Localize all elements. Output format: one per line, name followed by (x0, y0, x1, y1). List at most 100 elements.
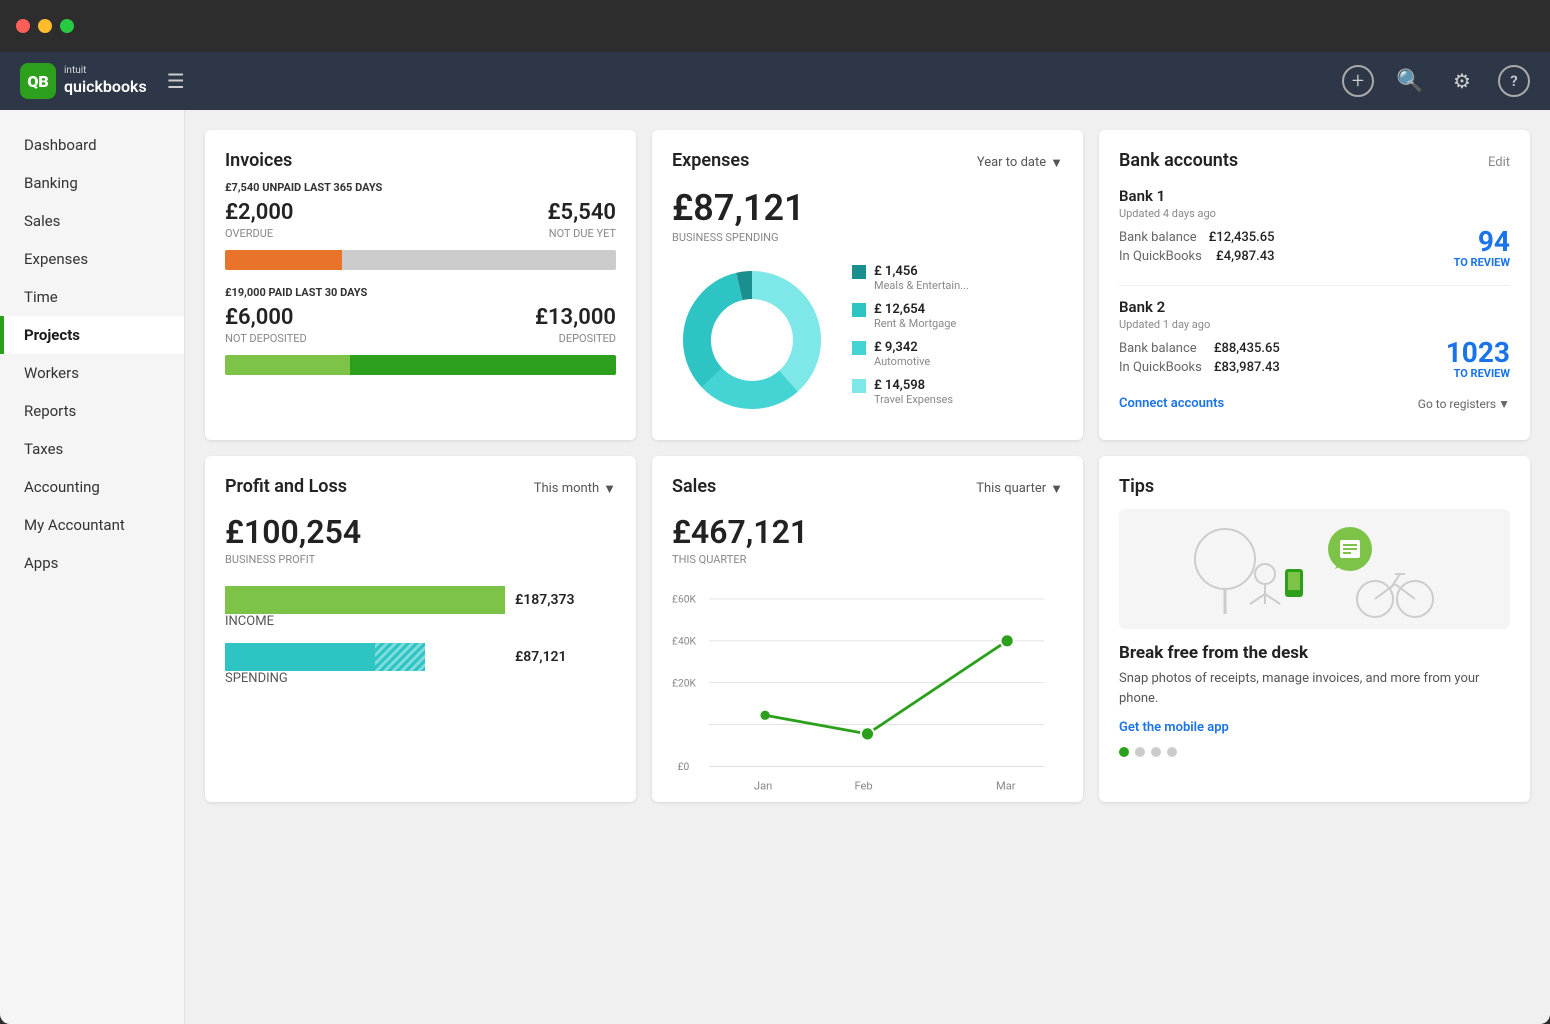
search-icon[interactable]: 🔍 (1394, 65, 1426, 97)
invoices-paid-subtitle: £19,000 PAID LAST 30 DAYS (225, 286, 616, 299)
invoices-unpaid-labels: OVERDUE NOT DUE YET (225, 227, 616, 248)
sidebar-item-dashboard[interactable]: Dashboard (0, 126, 184, 164)
profit-loss-period[interactable]: This month ▼ (534, 481, 616, 497)
add-icon[interactable]: + (1342, 65, 1374, 97)
sidebar-item-taxes[interactable]: Taxes (0, 430, 184, 468)
sales-header: Sales This quarter ▼ (672, 476, 1063, 501)
spending-amount: £87,121 (515, 649, 567, 665)
tips-dot-2[interactable] (1135, 747, 1145, 757)
topnav: QB intuit quickbooks ☰ + 🔍 ⚙ ? (0, 52, 1550, 110)
sidebar-item-reports[interactable]: Reports (0, 392, 184, 430)
sidebar-item-projects[interactable]: Projects (0, 316, 184, 354)
invoices-paid-row: £6,000 £13,000 (225, 305, 616, 330)
bank-1-details: Bank balance £12,435.65 In QuickBooks £4… (1119, 228, 1510, 269)
expenses-card: Expenses Year to date ▼ £87,121 BUSINESS… (652, 130, 1083, 440)
invoices-unpaid-subtitle: £7,540 UNPAID LAST 365 DAYS (225, 181, 616, 194)
hamburger-icon[interactable]: ☰ (167, 69, 185, 93)
sidebar-item-expenses[interactable]: Expenses (0, 240, 184, 278)
sidebar-item-my-accountant[interactable]: My Accountant (0, 506, 184, 544)
chart-point-feb (861, 727, 874, 740)
app-container: QB intuit quickbooks ☰ + 🔍 ⚙ ? Dashboard (0, 52, 1550, 1024)
legend-item-3: £ 9,342 Automotive (852, 340, 1063, 368)
profit-loss-title: Profit and Loss (225, 476, 347, 497)
bank-actions: Connect accounts Go to registers ▼ (1119, 396, 1510, 411)
go-to-registers-link[interactable]: Go to registers ▼ (1418, 397, 1510, 411)
expenses-title: Expenses (672, 150, 749, 171)
tips-dot-3[interactable] (1151, 747, 1161, 757)
sales-chart-svg: £60K £40K £20K £0 Jan Feb (672, 582, 1063, 802)
sidebar-item-accounting[interactable]: Accounting (0, 468, 184, 506)
tips-mobile-link[interactable]: Get the mobile app (1119, 720, 1510, 735)
bank-edit-button[interactable]: Edit (1488, 155, 1510, 170)
spending-bar-striped (375, 643, 425, 671)
minimize-button[interactable] (38, 19, 52, 33)
profit-loss-header: Profit and Loss This month ▼ (225, 476, 616, 501)
bank-accounts-card: Bank accounts Edit Bank 1 Updated 4 days… (1099, 130, 1530, 440)
deposited-bar (350, 355, 616, 375)
close-button[interactable] (16, 19, 30, 33)
bank-divider (1119, 285, 1510, 286)
svg-text:Feb: Feb (854, 780, 872, 793)
svg-text:Mar: Mar (996, 780, 1016, 793)
expenses-legend: £ 1,456 Meals & Entertain... £ 12,654 Re… (852, 264, 1063, 416)
invoices-paid-labels: NOT DEPOSITED DEPOSITED (225, 332, 616, 353)
titlebar (0, 0, 1550, 52)
bank-2-qb-row: In QuickBooks £83,987.43 (1119, 360, 1280, 375)
bank-1-section: Bank 1 Updated 4 days ago Bank balance £… (1119, 187, 1510, 269)
quickbooks-label: quickbooks (64, 77, 147, 96)
expenses-header: Expenses Year to date ▼ (672, 150, 1063, 175)
income-bar-row: £187,373 INCOME (225, 586, 616, 629)
svg-text:£20K: £20K (672, 676, 696, 689)
expenses-subtitle: BUSINESS SPENDING (672, 231, 1063, 244)
overdue-bar (225, 250, 342, 270)
spending-bar-solid (225, 643, 375, 671)
spending-bar-row: £87,121 SPENDING (225, 643, 616, 686)
settings-icon[interactable]: ⚙ (1446, 65, 1478, 97)
tips-illustration-svg (1175, 514, 1455, 624)
bank-1-review[interactable]: 94 TO REVIEW (1454, 228, 1510, 269)
income-label: INCOME (225, 614, 616, 629)
bank-accounts-title: Bank accounts (1119, 150, 1238, 171)
sales-title: Sales (672, 476, 716, 497)
bank-2-review[interactable]: 1023 TO REVIEW (1446, 339, 1510, 380)
bank-2-updated: Updated 1 day ago (1119, 318, 1510, 331)
svg-text:£60K: £60K (672, 593, 696, 606)
sidebar-item-time[interactable]: Time (0, 278, 184, 316)
chart-point-jan (760, 711, 769, 720)
legend-item-1: £ 1,456 Meals & Entertain... (852, 264, 1063, 292)
sales-amount: £467,121 (672, 513, 1063, 551)
logo-area: QB intuit quickbooks (20, 63, 147, 99)
income-bar-striped (435, 586, 505, 614)
tips-dot-1[interactable] (1119, 747, 1129, 757)
not-deposited-bar (225, 355, 350, 375)
app-window: QB intuit quickbooks ☰ + 🔍 ⚙ ? Dashboard (0, 0, 1550, 1024)
sidebar-item-apps[interactable]: Apps (0, 544, 184, 582)
help-icon[interactable]: ? (1498, 65, 1530, 97)
bank-2-section: Bank 2 Updated 1 day ago Bank balance £8… (1119, 298, 1510, 380)
bank-1-qb-row: In QuickBooks £4,987.43 (1119, 249, 1275, 264)
bank-2-details: Bank balance £88,435.65 In QuickBooks £8… (1119, 339, 1510, 380)
legend-color-1 (852, 265, 866, 279)
sales-card: Sales This quarter ▼ £467,121 THIS QUART… (652, 456, 1083, 802)
tips-dot-4[interactable] (1167, 747, 1177, 757)
expenses-period[interactable]: Year to date ▼ (977, 155, 1063, 171)
connect-accounts-link[interactable]: Connect accounts (1119, 396, 1224, 411)
bank-1-updated: Updated 4 days ago (1119, 207, 1510, 220)
tips-card: Tips (1099, 456, 1530, 802)
qb-icon: QB (20, 63, 56, 99)
bank-2-balance-row: Bank balance £88,435.65 (1119, 341, 1280, 356)
intuit-label: intuit (64, 65, 147, 77)
sales-period[interactable]: This quarter ▼ (976, 481, 1063, 497)
chart-point-mar (1001, 634, 1014, 647)
legend-item-4: £ 14,598 Travel Expenses (852, 378, 1063, 406)
sidebar-item-workers[interactable]: Workers (0, 354, 184, 392)
sidebar-item-sales[interactable]: Sales (0, 202, 184, 240)
sidebar-item-banking[interactable]: Banking (0, 164, 184, 202)
sidebar: Dashboard Banking Sales Expenses Time Pr… (0, 110, 185, 1024)
traffic-lights (16, 19, 74, 33)
tips-card-title: Break free from the desk (1119, 643, 1510, 663)
profit-loss-amount: £100,254 (225, 513, 616, 551)
expenses-donut-container: £ 1,456 Meals & Entertain... £ 12,654 Re… (672, 260, 1063, 420)
sales-subtitle: THIS QUARTER (672, 553, 1063, 566)
maximize-button[interactable] (60, 19, 74, 33)
